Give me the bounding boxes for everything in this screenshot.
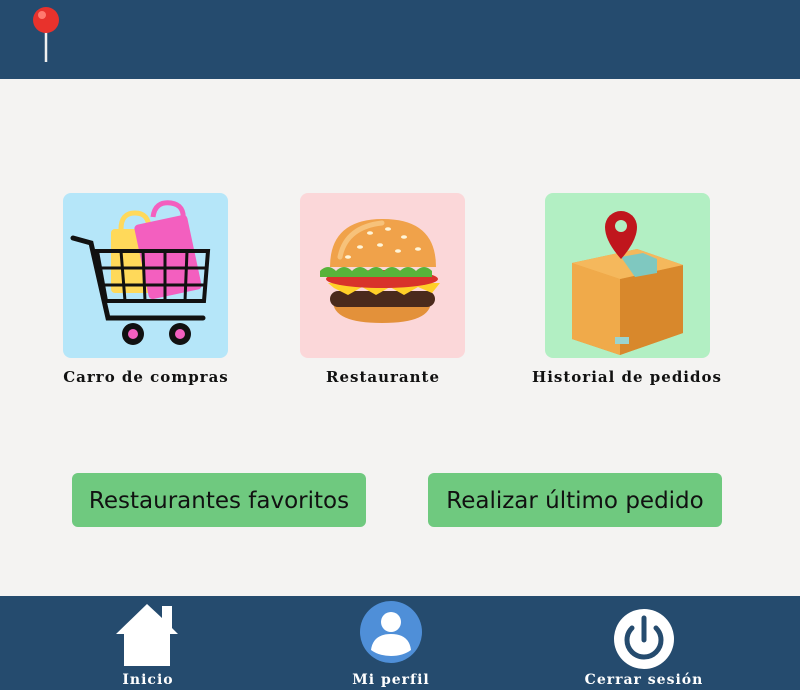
repeat-last-order-button[interactable]: Realizar último pedido (428, 473, 722, 527)
nav-label-logout: Cerrar sesión (584, 672, 704, 688)
favorite-restaurants-button[interactable]: Restaurantes favoritos (72, 473, 366, 527)
bottom-nav: Inicio Mi perfil Cerrar sesión (0, 596, 800, 690)
nav-label-profile: Mi perfil (352, 672, 430, 688)
main-content: Carro de compras Restaurante Historial d… (0, 79, 800, 596)
map-pin-icon (33, 7, 59, 62)
tile-shopping-cart[interactable] (63, 193, 228, 358)
shopping-cart-icon (70, 200, 211, 345)
nav-profile[interactable]: Mi perfil (311, 596, 471, 690)
tile-label-restaurant: Restaurante (325, 368, 440, 386)
tile-label-order-history: Historial de pedidos (532, 368, 722, 386)
nav-logout[interactable]: Cerrar sesión (564, 596, 724, 690)
package-location-icon (572, 211, 683, 355)
tile-order-history[interactable] (545, 193, 710, 358)
power-icon (614, 609, 674, 669)
user-icon (360, 601, 422, 663)
tile-restaurant[interactable] (300, 193, 465, 358)
nav-label-home: Inicio (122, 672, 174, 688)
home-icon (116, 604, 178, 666)
nav-home[interactable]: Inicio (68, 596, 228, 690)
top-bar (0, 0, 800, 79)
burger-icon (320, 219, 440, 323)
tile-label-shopping-cart: Carro de compras (63, 368, 229, 386)
